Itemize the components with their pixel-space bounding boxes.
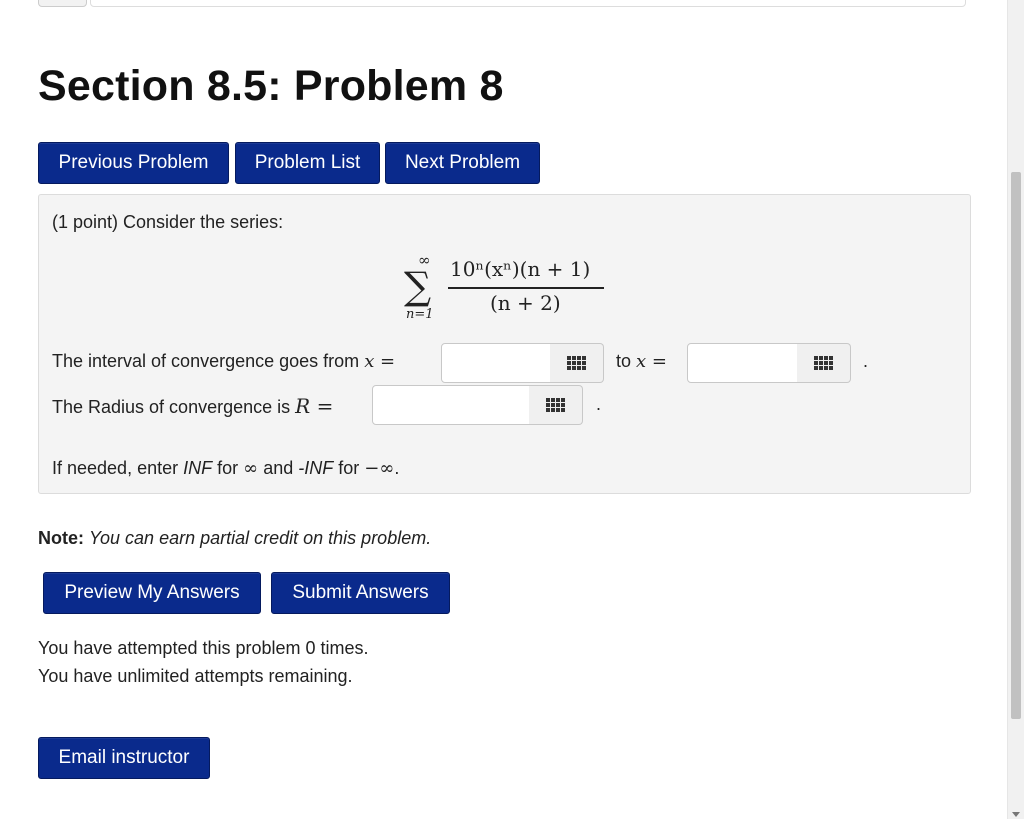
- x-equals-label: x =: [364, 351, 396, 372]
- scrollbar-thumb[interactable]: [1011, 172, 1021, 719]
- series-expression: ∞ ∑ n=1 10ⁿ(xⁿ)(n + 1) (n + 2): [404, 251, 604, 325]
- infinity-hint: If needed, enter INF for ∞ and -INF for …: [52, 458, 399, 479]
- problem-list-button[interactable]: Problem List: [235, 142, 380, 184]
- vertical-scrollbar[interactable]: [1007, 0, 1024, 819]
- series-numerator: 10ⁿ(xⁿ)(n + 1): [450, 257, 591, 281]
- interval-from-keyboard-button[interactable]: [550, 343, 604, 383]
- note-label: Note:: [38, 528, 84, 548]
- top-left-control[interactable]: [38, 0, 87, 7]
- grid-keyboard-icon: [814, 356, 833, 370]
- interval-from-input[interactable]: [441, 343, 551, 383]
- r-equals-label: R =: [295, 394, 334, 418]
- top-bar: [90, 0, 966, 7]
- sigma-icon: ∑: [404, 264, 432, 308]
- radius-keyboard-button[interactable]: [529, 385, 583, 425]
- neg-infinity-symbol: −∞: [364, 458, 395, 479]
- infinity-symbol: ∞: [243, 458, 259, 479]
- previous-problem-button[interactable]: Previous Problem: [38, 142, 229, 184]
- to-label-text: to: [616, 351, 632, 371]
- note-text: You can earn partial credit on this prob…: [89, 528, 432, 548]
- next-problem-button[interactable]: Next Problem: [385, 142, 540, 184]
- page: Section 8.5: Problem 8 Previous Problem …: [0, 0, 1024, 819]
- preview-answers-button[interactable]: Preview My Answers: [43, 572, 261, 614]
- interval-label-text: The interval of convergence goes from: [52, 351, 360, 371]
- radius-period: .: [596, 394, 602, 414]
- grid-keyboard-icon: [546, 398, 565, 412]
- interval-to-input[interactable]: [687, 343, 798, 383]
- hint-end: .: [394, 458, 400, 478]
- interval-to-keyboard-button[interactable]: [797, 343, 851, 383]
- series-denominator: (n + 2): [490, 291, 561, 315]
- problem-statement: (1 point) Consider the series:: [52, 212, 284, 232]
- scroll-down-arrow-icon[interactable]: [1012, 812, 1020, 817]
- interval-period: .: [863, 351, 869, 371]
- x-equals-label-2: x =: [636, 351, 667, 372]
- hint-inf: INF: [183, 458, 213, 478]
- hint-for-2: for: [338, 458, 360, 478]
- radius-label-text: The Radius of convergence is: [52, 397, 291, 417]
- hint-neg-inf: -INF: [298, 458, 334, 478]
- submit-answers-button[interactable]: Submit Answers: [271, 572, 450, 614]
- hint-and: and: [263, 458, 294, 478]
- radius-input[interactable]: [372, 385, 530, 425]
- grid-keyboard-icon: [567, 356, 586, 370]
- fraction-bar: [448, 287, 604, 289]
- sum-lower-limit: n=1: [406, 307, 434, 322]
- radius-label: The Radius of convergence is R =: [52, 394, 333, 418]
- attempts-text: You have attempted this problem 0 times.: [38, 638, 369, 658]
- hint-prefix: If needed, enter: [52, 458, 179, 478]
- email-instructor-button[interactable]: Email instructor: [38, 737, 210, 779]
- interval-label: The interval of convergence goes from x …: [52, 351, 395, 372]
- to-label: to x =: [616, 351, 667, 372]
- hint-for-1: for: [217, 458, 239, 478]
- page-title: Section 8.5: Problem 8: [38, 62, 504, 110]
- remaining-text: You have unlimited attempts remaining.: [38, 666, 353, 686]
- partial-credit-note: Note: You can earn partial credit on thi…: [38, 528, 431, 549]
